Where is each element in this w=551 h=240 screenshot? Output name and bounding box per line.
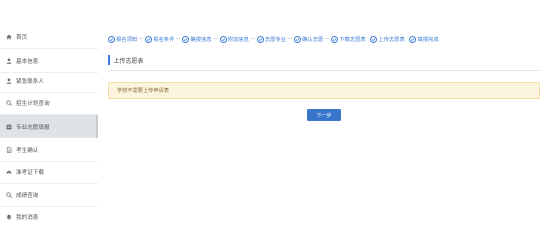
check-icon	[256, 35, 264, 43]
divider	[108, 70, 540, 71]
section-heading: 上传志愿表	[108, 55, 144, 65]
step-4: 附加信息	[219, 35, 249, 43]
notice-text: 学校不需要上传申请表	[117, 88, 169, 94]
sidebar-item-label: 我的消息	[16, 214, 39, 221]
sidebar-item-label: 准考证下载	[16, 169, 44, 176]
title-accent-bar	[108, 55, 110, 65]
check-icon	[370, 35, 378, 43]
step-6: 确认志愿	[294, 35, 323, 43]
document-icon	[5, 146, 12, 153]
step-1: 报名须知	[108, 35, 137, 43]
step-2: 报名条件	[145, 35, 174, 43]
user-icon	[5, 77, 12, 84]
next-button[interactable]: 下一步	[307, 109, 341, 121]
check-icon	[219, 35, 227, 43]
cloud-download-icon	[5, 168, 12, 175]
sidebar-item-score-query[interactable]: 成绩查询	[0, 183, 98, 206]
step-7: 下载志愿表	[331, 35, 366, 43]
sidebar-item-label: 首页	[16, 34, 28, 41]
search-icon	[5, 191, 12, 198]
main-content: 报名须知 — 报名条件 — 确报信息 — 附加信息 — 志愿专业 — 确认志愿 …	[108, 0, 544, 240]
sidebar-item-enrollment-plan[interactable]: 招生计划查询	[0, 91, 98, 114]
step-connector: —	[213, 36, 219, 42]
step-3: 确报信息	[182, 35, 212, 43]
sidebar-item-label: 专业志愿填报	[16, 124, 50, 131]
sidebar-item-home[interactable]: 首页	[0, 25, 98, 48]
form-icon	[5, 123, 12, 130]
check-icon	[182, 35, 190, 43]
sidebar-item-admission-ticket[interactable]: 准考证下载	[0, 160, 98, 183]
sidebar: 首页 基本信息 紧急联系人 招生计划查询 专业志愿填报 考生确认 准考证下载 成…	[0, 0, 98, 240]
user-icon	[5, 57, 12, 64]
sidebar-item-label: 紧急联系人	[16, 78, 44, 85]
check-icon	[409, 35, 417, 43]
step-connector: —	[324, 36, 330, 42]
section-title: 上传志愿表	[113, 57, 144, 65]
step-connector: —	[175, 36, 181, 42]
step-connector: ·	[406, 36, 408, 42]
sidebar-item-label: 成绩查询	[16, 192, 39, 199]
sidebar-item-emergency-contact[interactable]: 紧急联系人	[0, 69, 98, 92]
bell-icon	[5, 213, 12, 220]
sidebar-item-messages[interactable]: 我的消息	[0, 205, 98, 228]
check-icon	[331, 35, 339, 43]
sidebar-item-label: 考生确认	[16, 147, 39, 154]
sidebar-item-label: 基本信息	[16, 58, 39, 65]
sidebar-item-candidate-confirm[interactable]: 考生确认	[0, 138, 98, 161]
check-icon	[294, 35, 302, 43]
step-connector: —	[138, 36, 144, 42]
progress-steps: 报名须知 — 报名条件 — 确报信息 — 附加信息 — 志愿专业 — 确认志愿 …	[108, 33, 544, 45]
search-icon	[5, 99, 12, 106]
step-connector: ·	[367, 36, 369, 42]
sidebar-item-major-application[interactable]: 专业志愿填报	[0, 115, 98, 138]
step-9: 填报完成	[409, 35, 439, 43]
sidebar-item-label: 招生计划查询	[16, 100, 50, 107]
step-connector: —	[250, 36, 256, 42]
notice-banner: 学校不需要上传申请表	[108, 82, 540, 99]
step-8: 上传志愿表	[370, 35, 405, 43]
home-icon	[5, 33, 12, 40]
check-icon	[108, 35, 115, 43]
step-5: 志愿专业	[256, 35, 286, 43]
step-connector: —	[287, 36, 293, 42]
check-icon	[145, 35, 153, 43]
